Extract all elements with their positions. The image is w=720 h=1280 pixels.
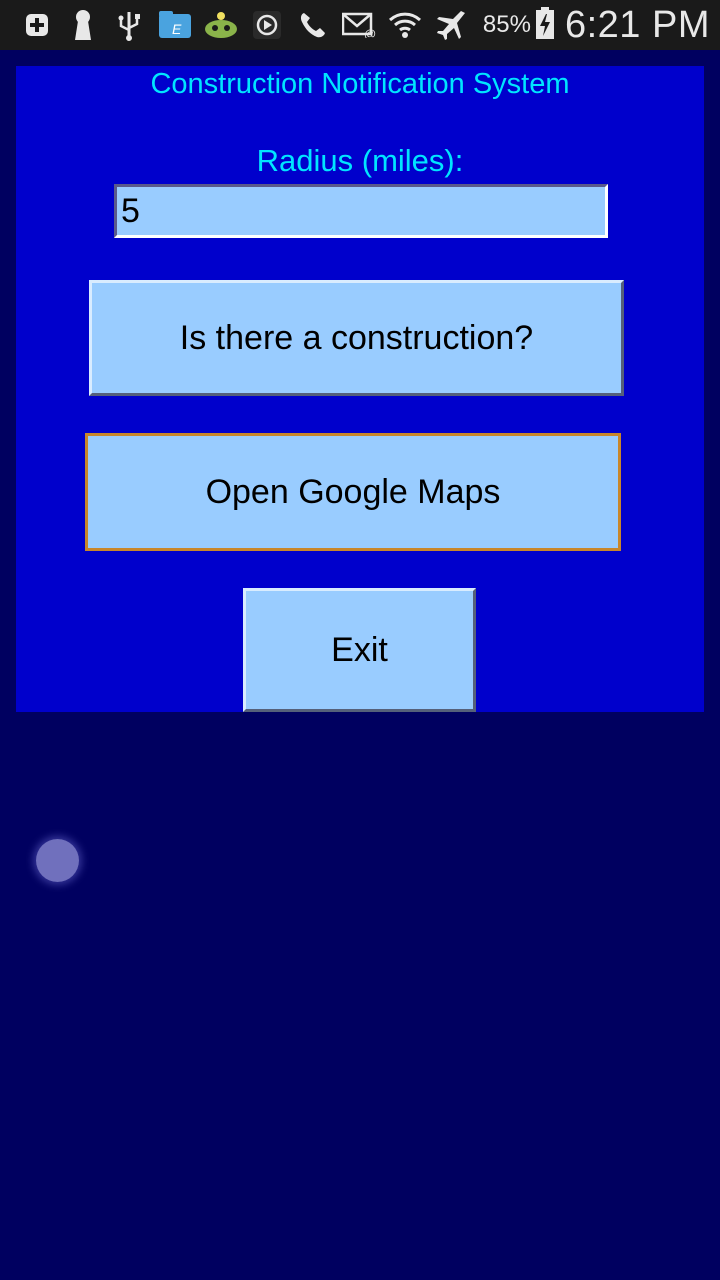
exit-button[interactable]: Exit: [243, 588, 476, 712]
airplane-icon: [428, 0, 474, 50]
email-icon: @: [336, 0, 382, 50]
status-bar: E @ 85% 6:21 PM: [0, 0, 720, 50]
touch-indicator: [36, 839, 79, 882]
play-icon: [244, 0, 290, 50]
open-google-maps-button[interactable]: Open Google Maps: [85, 433, 621, 551]
add-box-icon: [14, 0, 60, 50]
keyhole-icon: [60, 0, 106, 50]
battery-icon: [535, 6, 555, 45]
usb-icon: [106, 0, 152, 50]
android-icon: [198, 0, 244, 50]
wifi-icon: [382, 0, 428, 50]
svg-text:@: @: [364, 27, 376, 38]
clock: 6:21 PM: [564, 3, 710, 46]
radius-input[interactable]: [114, 184, 608, 238]
phone-icon: [290, 0, 336, 50]
file-manager-icon: E: [152, 0, 198, 50]
check-construction-button[interactable]: Is there a construction?: [89, 280, 624, 396]
radius-label: Radius (miles):: [256, 143, 464, 178]
battery-percent: 85%: [482, 11, 531, 38]
svg-text:E: E: [172, 21, 182, 37]
app-title: Construction Notification System: [150, 68, 570, 100]
